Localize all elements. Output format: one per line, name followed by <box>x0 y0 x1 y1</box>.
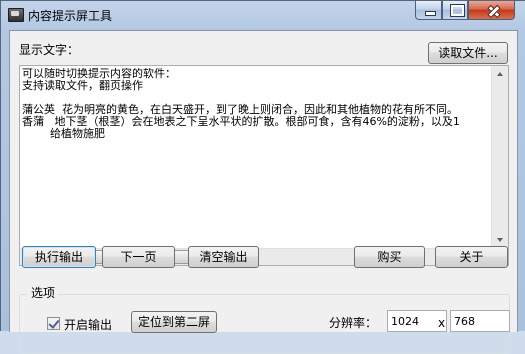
title-bar[interactable]: 内容提示屏工具 <box>1 1 525 29</box>
display-text-content[interactable]: 可以随时切换提示内容的软件： 支持读取文件，翻页操作 蒲公英 花为明亮的黄色，在白… <box>22 68 491 248</box>
enable-output-checkbox[interactable] <box>47 317 60 330</box>
close-button[interactable] <box>468 1 515 20</box>
buy-button[interactable]: 购买 <box>354 246 425 268</box>
next-page-button[interactable]: 下一页 <box>102 246 175 268</box>
execute-output-button[interactable]: 执行输出 <box>22 246 96 268</box>
scroll-down-icon[interactable] <box>497 238 503 242</box>
resolution-separator: x <box>438 316 446 330</box>
display-text-label: 显示文字： <box>19 43 80 57</box>
read-file-button[interactable]: 读取文件... <box>428 42 508 64</box>
vertical-scrollbar[interactable] <box>491 66 508 248</box>
window-title: 内容提示屏工具 <box>28 9 113 23</box>
minimize-button[interactable] <box>415 1 442 20</box>
client-area: 显示文字： 读取文件... 可以随时切换提示内容的软件： 支持读取文件，翻页操作 … <box>9 30 518 354</box>
maximize-button[interactable] <box>442 1 468 20</box>
resolution-height-field[interactable] <box>450 310 510 332</box>
clear-output-button[interactable]: 清空输出 <box>188 246 259 268</box>
locate-second-screen-button[interactable]: 定位到第二屏 <box>131 311 217 333</box>
enable-output-label[interactable]: 开启输出 <box>64 316 112 333</box>
resolution-label: 分辨率： <box>329 316 378 330</box>
about-button[interactable]: 关于 <box>435 246 508 268</box>
display-text-area[interactable]: 可以随时切换提示内容的软件： 支持读取文件，翻页操作 蒲公英 花为明亮的黄色，在白… <box>19 65 509 266</box>
app-window: 内容提示屏工具 显示文字： 读取文件... 可以随时切换提示内容的软件： 支持读取… <box>0 0 525 354</box>
options-group-title: 选项 <box>28 284 59 301</box>
scroll-up-icon[interactable] <box>497 72 503 76</box>
app-window-icon <box>8 8 24 22</box>
text-line: 给植物施肥 <box>22 127 105 140</box>
text-line: 支持读取文件，翻页操作 <box>22 79 143 92</box>
